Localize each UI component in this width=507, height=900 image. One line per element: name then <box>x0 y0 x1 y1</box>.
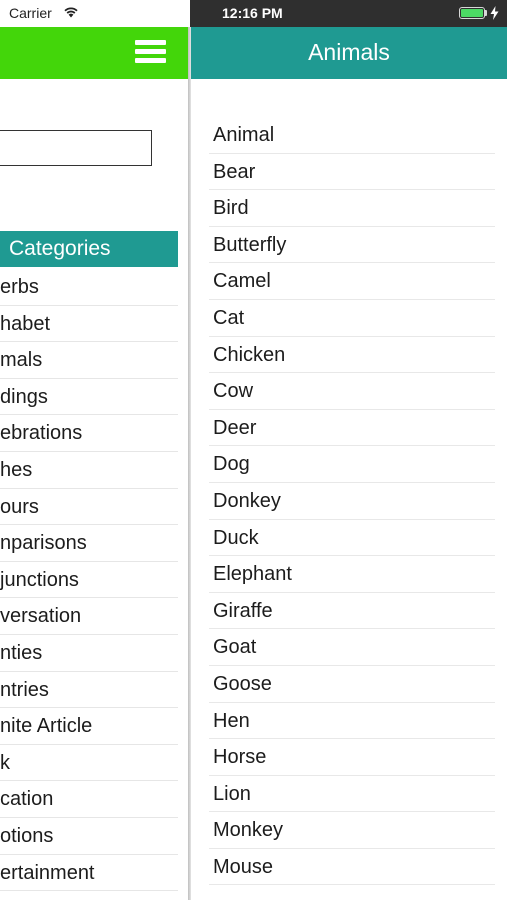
animal-list-item[interactable]: Cow <box>209 373 495 410</box>
animal-list-item[interactable]: Animal <box>209 117 495 154</box>
category-item[interactable]: junctions <box>0 562 178 599</box>
category-item[interactable]: erbs <box>0 269 178 306</box>
category-item[interactable]: ertainment <box>0 855 178 892</box>
category-item-label: ntries <box>0 678 49 701</box>
category-item[interactable]: nties <box>0 635 178 672</box>
search-input[interactable] <box>0 130 152 166</box>
status-time: 12:16 PM <box>222 5 283 21</box>
category-item-label: nties <box>0 641 43 664</box>
category-item-label: k <box>0 751 10 774</box>
content-header: Animals <box>191 27 507 79</box>
category-item-label: ebrations <box>0 422 83 445</box>
category-item[interactable]: hes <box>0 452 178 489</box>
category-item[interactable]: nparisons <box>0 525 178 562</box>
category-item-label: nparisons <box>0 532 87 555</box>
category-item-label: ours <box>0 495 39 518</box>
animal-list-item[interactable]: Chicken <box>209 337 495 374</box>
category-item[interactable]: nite Article <box>0 708 178 745</box>
category-item-label: junctions <box>0 568 79 591</box>
animal-list-item[interactable]: Lion <box>209 776 495 813</box>
animal-list-item[interactable]: Dog <box>209 446 495 483</box>
battery-cap <box>485 10 487 16</box>
category-item[interactable]: ours <box>0 489 178 526</box>
category-item[interactable]: mals <box>0 342 178 379</box>
animal-list-item[interactable]: Duck <box>209 520 495 557</box>
animal-list-item[interactable]: Bird <box>209 190 495 227</box>
wifi-icon <box>64 7 78 18</box>
hamburger-menu-icon[interactable] <box>135 40 166 64</box>
animal-list-item[interactable]: Goose <box>209 666 495 703</box>
panel-divider <box>188 27 191 900</box>
category-item-label: versation <box>0 605 82 628</box>
animal-list-item[interactable]: Bear <box>209 154 495 191</box>
animal-list-item[interactable]: Mouse <box>209 849 495 886</box>
animal-list-item[interactable]: Hen <box>209 703 495 740</box>
animal-list-item[interactable]: Goat <box>209 629 495 666</box>
category-item[interactable]: dings <box>0 379 178 416</box>
category-item-label: habet <box>0 312 51 335</box>
category-item-label: cation <box>0 788 54 811</box>
carrier-label: Carrier <box>9 5 52 21</box>
battery-icon <box>459 7 485 19</box>
category-item[interactable]: habet <box>0 306 178 343</box>
category-item[interactable]: versation <box>0 598 178 635</box>
animal-list-item[interactable]: Giraffe <box>209 593 495 630</box>
category-item-label: dings <box>0 385 48 408</box>
category-item[interactable]: ebrations <box>0 415 178 452</box>
page-title: Animals <box>308 39 390 65</box>
categories-header: Categories <box>0 231 178 267</box>
category-item-label: hes <box>0 458 33 481</box>
category-item-label: otions <box>0 824 54 847</box>
animal-list-item[interactable]: Elephant <box>209 556 495 593</box>
category-item[interactable]: otions <box>0 818 178 855</box>
animal-word-list: Animal Bear Bird Butterfly Camel Cat Chicken Co… <box>209 117 495 886</box>
category-item-label: ertainment <box>0 861 95 884</box>
category-list: erbs habet mals dings ebrations hes ours nparis… <box>0 269 178 892</box>
animal-list-item[interactable]: Butterfly <box>209 227 495 264</box>
animal-list-item[interactable]: Monkey <box>209 812 495 849</box>
category-item-label: nite Article <box>0 715 93 738</box>
categories-title: Categories <box>9 237 111 260</box>
charging-bolt-icon <box>490 6 499 20</box>
category-item[interactable]: k <box>0 745 178 782</box>
animal-list-item[interactable]: Deer <box>209 410 495 447</box>
animal-list-item[interactable]: Donkey <box>209 483 495 520</box>
category-item[interactable]: ntries <box>0 672 178 709</box>
category-item-label: mals <box>0 349 43 372</box>
animal-list-item[interactable]: Camel <box>209 263 495 300</box>
category-item[interactable]: cation <box>0 781 178 818</box>
animal-list-item[interactable]: Cat <box>209 300 495 337</box>
category-item-label: erbs <box>0 276 39 298</box>
animal-list-item[interactable]: Horse <box>209 739 495 776</box>
